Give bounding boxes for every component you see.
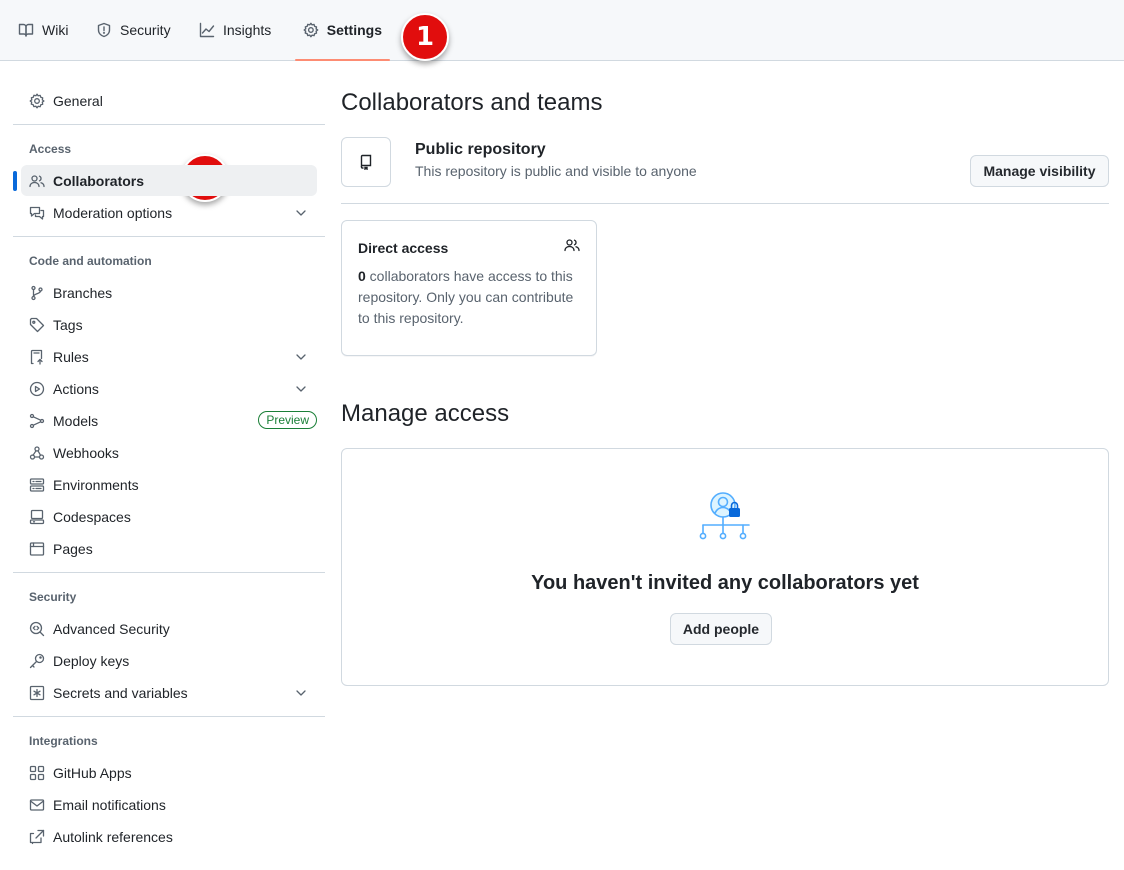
sidebar-item-rules[interactable]: Rules <box>21 341 317 372</box>
gear-icon <box>303 22 319 38</box>
repo-icon <box>360 154 372 170</box>
preview-badge: Preview <box>258 411 317 429</box>
sidebar-item-label: Secrets and variables <box>53 684 188 701</box>
key-icon <box>29 653 45 668</box>
tag-icon <box>29 317 45 332</box>
sidebar-item-pages[interactable]: Pages <box>21 533 317 564</box>
graph-icon <box>199 22 215 38</box>
manage-access-title: Manage access <box>341 400 510 427</box>
shield-icon <box>97 22 111 38</box>
tab-settings[interactable]: Settings <box>295 0 390 61</box>
sidebar-item-environments[interactable]: Environments <box>21 469 317 500</box>
direct-access-title: Direct access <box>358 240 449 256</box>
sidebar-heading-access: Access <box>29 142 72 156</box>
git-branch-icon <box>31 285 43 300</box>
sidebar-divider <box>13 124 325 125</box>
direct-access-card: Direct access 0 collaborators have acces… <box>341 220 597 356</box>
codespaces-icon <box>29 509 45 524</box>
sidebar-item-codespaces[interactable]: Codespaces <box>21 501 317 532</box>
sidebar-item-advanced-security[interactable]: Advanced Security <box>21 613 317 644</box>
chevron-down-icon <box>296 386 306 392</box>
sidebar-item-secrets[interactable]: Secrets and variables <box>21 677 317 708</box>
chevron-down-icon <box>296 210 306 216</box>
tab-security[interactable]: Security <box>88 0 179 60</box>
sidebar-item-tags[interactable]: Tags <box>21 309 317 340</box>
sidebar-heading-security: Security <box>29 590 77 604</box>
repo-visibility-icon-box <box>341 137 391 187</box>
ai-model-icon <box>29 413 45 428</box>
sidebar-item-label: Models <box>53 412 99 429</box>
sidebar-item-label: Pages <box>53 540 93 557</box>
sidebar-divider <box>13 716 325 717</box>
tab-insights[interactable]: Insights <box>191 0 279 60</box>
sidebar-item-email-notifications[interactable]: Email notifications <box>21 789 317 820</box>
sidebar-item-label: Branches <box>53 284 113 301</box>
people-icon <box>564 239 580 252</box>
play-icon <box>29 381 45 396</box>
collaborator-count: 0 <box>358 268 366 284</box>
repo-tab-bar: Wiki Security Insights Settings <box>0 0 1124 61</box>
chevron-down-icon <box>296 354 306 360</box>
sidebar-item-label: Collaborators <box>53 172 145 189</box>
sidebar-item-label: Email notifications <box>53 796 166 813</box>
manage-visibility-button[interactable]: Manage visibility <box>970 155 1109 187</box>
add-people-button[interactable]: Add people <box>670 613 772 645</box>
cross-reference-icon <box>29 829 45 844</box>
step-marker-1: 1 <box>401 13 449 61</box>
person-lock-icon <box>699 492 750 540</box>
book-icon <box>18 23 34 37</box>
page-title: Collaborators and teams <box>341 89 603 116</box>
sidebar-item-label: Actions <box>53 380 99 397</box>
sidebar-item-moderation[interactable]: Moderation options <box>21 197 317 228</box>
repo-push-icon <box>30 349 43 365</box>
section-divider <box>341 203 1109 204</box>
browser-icon <box>29 541 45 556</box>
sidebar-item-label: Environments <box>53 476 139 493</box>
sidebar-item-autolink[interactable]: Autolink references <box>21 821 317 852</box>
empty-state-title: You haven't invited any collaborators ye… <box>531 572 919 594</box>
repo-visibility-title: Public repository <box>415 141 546 158</box>
sidebar-item-github-apps[interactable]: GitHub Apps <box>21 757 317 788</box>
apps-icon <box>29 765 45 780</box>
sidebar-item-actions[interactable]: Actions <box>21 373 317 404</box>
direct-access-description: 0 collaborators have access to this repo… <box>358 266 582 329</box>
webhook-icon <box>29 445 45 460</box>
sidebar-item-models[interactable]: Models Preview <box>21 405 317 436</box>
sidebar-item-label: Tags <box>53 316 83 333</box>
comment-discussion-icon <box>29 206 45 220</box>
sidebar-item-collaborators[interactable]: Collaborators <box>13 165 317 196</box>
sidebar-item-label: Autolink references <box>53 828 173 845</box>
sidebar-item-label: GitHub Apps <box>53 764 132 781</box>
sidebar-item-label: Moderation options <box>53 204 173 221</box>
sidebar-item-branches[interactable]: Branches <box>21 277 317 308</box>
chevron-down-icon <box>296 690 306 696</box>
codescan-icon <box>29 621 45 636</box>
tab-insights-label: Insights <box>223 22 272 38</box>
sidebar-item-label: General <box>53 92 103 109</box>
direct-access-text: collaborators have access to this reposi… <box>358 268 574 326</box>
repo-visibility-description: This repository is public and visible to… <box>415 163 697 179</box>
server-icon <box>29 477 45 492</box>
sidebar-item-deploy-keys[interactable]: Deploy keys <box>21 645 317 676</box>
sidebar-item-label: Codespaces <box>53 508 131 525</box>
asterisk-icon <box>29 685 45 700</box>
empty-collaborators-panel: You haven't invited any collaborators ye… <box>341 448 1109 686</box>
tab-wiki[interactable]: Wiki <box>10 0 76 60</box>
sidebar-item-label: Advanced Security <box>53 620 170 637</box>
tab-wiki-label: Wiki <box>42 22 69 38</box>
gear-icon <box>29 93 45 108</box>
sidebar-divider <box>13 236 325 237</box>
sidebar-heading-integrations: Integrations <box>29 734 98 748</box>
sidebar-item-label: Rules <box>53 348 89 365</box>
sidebar-item-label: Deploy keys <box>53 652 130 669</box>
sidebar-divider <box>13 572 325 573</box>
tab-security-label: Security <box>120 22 171 38</box>
sidebar-item-general[interactable]: General <box>21 85 317 116</box>
tab-settings-label: Settings <box>326 22 382 38</box>
sidebar-heading-code: Code and automation <box>29 254 152 268</box>
sidebar-item-label: Webhooks <box>53 444 119 461</box>
people-icon <box>29 174 45 187</box>
sidebar-item-webhooks[interactable]: Webhooks <box>21 437 317 468</box>
mail-icon <box>29 798 45 811</box>
